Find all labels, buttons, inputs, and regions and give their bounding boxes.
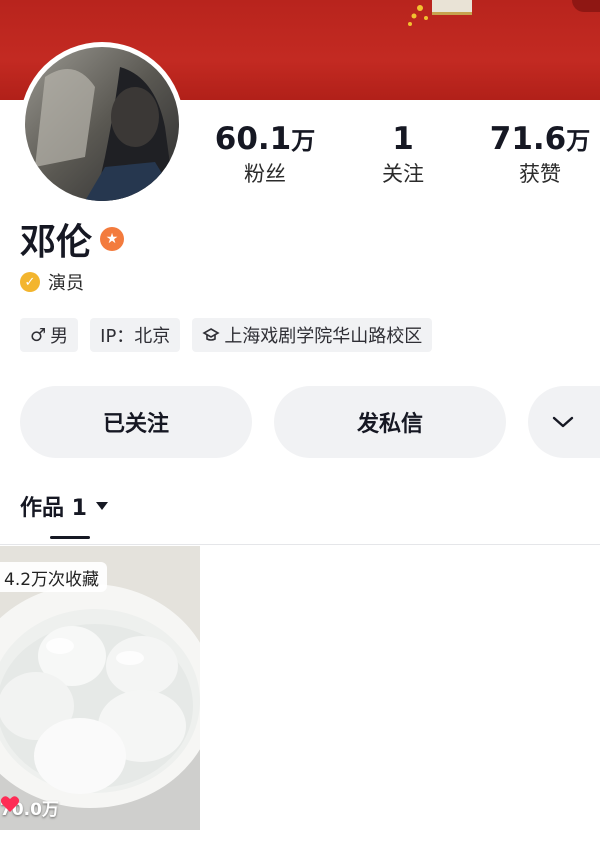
gender-text: 男: [50, 326, 69, 347]
video-likes: 70.0万: [0, 795, 59, 820]
school-icon: [202, 328, 220, 341]
tab-works[interactable]: 作品 1: [20, 490, 109, 522]
tab-indicator: [50, 536, 90, 539]
likes-label: 获赞: [519, 162, 561, 186]
following-label: 关注: [382, 162, 424, 186]
profile-name: 邓伦: [20, 222, 93, 263]
stat-likes[interactable]: 71.6万 获赞: [475, 120, 600, 188]
followers-unit: 万: [291, 127, 316, 155]
avatar[interactable]: [20, 42, 184, 206]
followed-button[interactable]: 已关注: [20, 386, 252, 458]
verification-row: ✓ 演员: [20, 268, 84, 296]
caret-down-icon: [95, 502, 108, 510]
star-badge-icon[interactable]: ★: [100, 227, 125, 251]
verified-icon: ✓: [20, 272, 40, 292]
likes-unit: 万: [566, 127, 591, 155]
decoration-ornament: [408, 0, 472, 26]
following-count: 1: [392, 121, 414, 157]
ip-text: IP：北京: [100, 326, 171, 347]
likes-count: 71.6: [489, 121, 567, 157]
school-text: 上海戏剧学院华山路校区: [224, 326, 423, 347]
heart-icon: [0, 796, 20, 812]
followers-count: 60.1: [214, 121, 292, 157]
profile-name-row: 邓伦 ★: [20, 215, 125, 263]
banner-corner: [572, 0, 600, 12]
more-button[interactable]: [528, 386, 600, 458]
gender-tag: ♂ 男: [20, 318, 79, 352]
avatar-photo: [25, 47, 179, 201]
stat-following[interactable]: 1 关注: [338, 120, 468, 188]
ip-tag: IP：北京: [90, 318, 181, 352]
tab-works-label: 作品 1: [20, 496, 87, 521]
profile-tags: ♂ 男 IP：北京 上海戏剧学院华山路校区: [20, 318, 433, 352]
stat-followers[interactable]: 60.1万 粉丝: [200, 120, 330, 188]
male-icon: ♂: [30, 324, 47, 346]
tab-divider: [0, 544, 600, 545]
followers-label: 粉丝: [244, 162, 286, 186]
chevron-down-icon: [552, 416, 574, 428]
school-tag[interactable]: 上海戏剧学院华山路校区: [192, 318, 433, 352]
profile-stats: 60.1万 粉丝 1 关注 71.6万 获赞: [200, 120, 600, 200]
favorites-badge: 4.2万次收藏: [0, 562, 108, 592]
message-button[interactable]: 发私信: [274, 386, 506, 458]
verification-text: 演员: [48, 273, 84, 294]
video-thumbnail[interactable]: 4.2万次收藏 70.0万: [0, 546, 200, 830]
